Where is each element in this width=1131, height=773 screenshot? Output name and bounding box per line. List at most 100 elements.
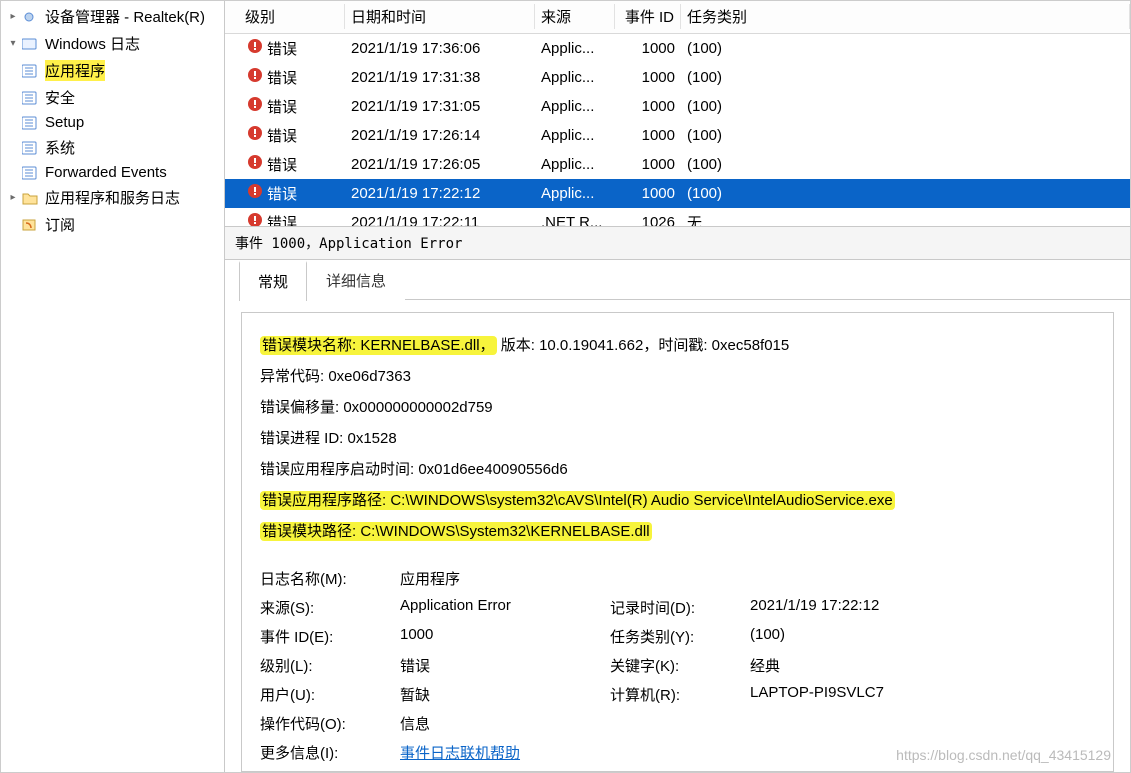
row-source: Applic... — [535, 154, 615, 175]
event-row[interactable]: 错误2021/1/19 17:31:38Applic...1000(100) — [225, 63, 1130, 92]
prop-user-v: 暂缺 — [400, 684, 610, 705]
tree-item-label: 应用程序和服务日志 — [45, 187, 180, 208]
navigation-tree: ▸ 设备管理器 - Realtek(R) ▾ Windows 日志应用程序安全 Setu… — [1, 1, 225, 772]
row-date: 2021/1/19 17:31:38 — [345, 67, 535, 88]
detail-line: 错误偏移量: 0x000000000002d759 — [260, 391, 1095, 422]
prop-computer-v: LAPTOP-PI9SVLC7 — [750, 684, 1095, 705]
row-eventid: 1000 — [615, 154, 681, 175]
row-eventid: 1000 — [615, 183, 681, 204]
event-grid-body: 错误2021/1/19 17:36:06Applic...1000(100)错误… — [225, 34, 1130, 226]
prop-keywords-v: 经典 — [750, 655, 1095, 676]
event-properties: 日志名称(M): 应用程序 来源(S): Application Error 记… — [260, 568, 1095, 763]
row-level: 错误 — [267, 215, 297, 226]
row-level: 错误 — [267, 41, 297, 58]
tree-item-2[interactable]: 应用程序 — [3, 57, 224, 84]
tree-item-3[interactable]: 安全 — [3, 84, 224, 111]
prop-keywords-k: 关键字(K): — [610, 655, 750, 676]
tree-item-6[interactable]: Forwarded Events — [3, 161, 224, 184]
tree-item-label: 设备管理器 - Realtek(R) — [45, 6, 205, 27]
event-row[interactable]: 错误2021/1/19 17:26:05Applic...1000(100) — [225, 150, 1130, 179]
row-source: Applic... — [535, 67, 615, 88]
tree-item-label: Windows 日志 — [45, 33, 140, 54]
row-level: 错误 — [267, 128, 297, 145]
tree-item-5[interactable]: 系统 — [3, 134, 224, 161]
col-header-category[interactable]: 任务类别 — [681, 4, 1130, 29]
tree-item-1[interactable]: ▾ Windows 日志 — [3, 30, 224, 57]
event-row[interactable]: 错误 2021/1/19 17:22:12Applic...1000(100) — [225, 179, 1130, 208]
subscription-icon — [21, 217, 39, 233]
row-date: 2021/1/19 17:26:05 — [345, 154, 535, 175]
tree-item-label: 安全 — [45, 87, 75, 108]
prop-source-v: Application Error — [400, 597, 610, 618]
prop-logged-v: 2021/1/19 17:22:12 — [750, 597, 1095, 618]
prop-level-v: 错误 — [400, 655, 610, 676]
detail-line: 错误模块路径: C:\WINDOWS\System32\KERNELBASE.d… — [260, 515, 1095, 546]
event-grid-header: 级别 日期和时间 来源 事件 ID 任务类别 — [225, 1, 1130, 34]
tree-item-label: 应用程序 — [45, 60, 105, 81]
error-icon — [245, 67, 265, 83]
tree-item-4[interactable]: Setup — [3, 111, 224, 134]
tab-details[interactable]: 详细信息 — [307, 261, 405, 301]
tab-general[interactable]: 常规 — [239, 261, 307, 301]
prop-logname-k: 日志名称(M): — [260, 568, 400, 589]
row-source: Applic... — [535, 125, 615, 146]
error-icon — [245, 154, 265, 170]
prop-taskcat-k: 任务类别(Y): — [610, 626, 750, 647]
tree-item-8[interactable]: 订阅 — [3, 211, 224, 238]
event-detail-panel: 错误模块名称: KERNELBASE.dll， 版本: 10.0.19041.6… — [241, 312, 1114, 772]
tree-item-0[interactable]: ▸ 设备管理器 - Realtek(R) — [3, 3, 224, 30]
row-category: (100) — [681, 38, 1130, 59]
error-icon — [245, 212, 265, 226]
log-icon — [21, 90, 39, 106]
row-date: 2021/1/19 17:22:12 — [345, 183, 535, 204]
event-row[interactable]: 错误 2021/1/19 17:22:11.NET R...1026无 — [225, 208, 1130, 226]
caret-icon: ▸ — [7, 192, 19, 203]
row-source: .NET R... — [535, 212, 615, 226]
event-row[interactable]: 错误2021/1/19 17:36:06Applic...1000(100) — [225, 34, 1130, 63]
row-level: 错误 — [267, 186, 297, 203]
detail-tabs: 常规 详细信息 — [225, 259, 1130, 300]
prop-computer-k: 计算机(R): — [610, 684, 750, 705]
event-row[interactable]: 错误2021/1/19 17:26:14Applic...1000(100) — [225, 121, 1130, 150]
log-icon — [21, 63, 39, 79]
row-date: 2021/1/19 17:22:11 — [345, 212, 535, 226]
row-category: 无 — [681, 210, 1130, 226]
row-level: 错误 — [267, 70, 297, 87]
detail-line: 错误应用程序路径: C:\WINDOWS\system32\cAVS\Intel… — [260, 484, 1095, 515]
row-source: Applic... — [535, 38, 615, 59]
help-link[interactable]: 事件日志联机帮助 — [400, 745, 520, 762]
log-icon — [21, 140, 39, 156]
row-category: (100) — [681, 183, 1130, 204]
prop-level-k: 级别(L): — [260, 655, 400, 676]
prop-user-k: 用户(U): — [260, 684, 400, 705]
detail-line: 错误进程 ID: 0x1528 — [260, 422, 1095, 453]
tree-item-label: 订阅 — [45, 214, 75, 235]
row-category: (100) — [681, 125, 1130, 146]
col-header-eventid[interactable]: 事件 ID — [615, 4, 681, 29]
row-eventid: 1000 — [615, 67, 681, 88]
tree-item-7[interactable]: ▸ 应用程序和服务日志 — [3, 184, 224, 211]
tree-item-label: 系统 — [45, 137, 75, 158]
col-header-level[interactable]: 级别 — [225, 4, 345, 29]
prop-eventid-v: 1000 — [400, 626, 610, 647]
row-category: (100) — [681, 154, 1130, 175]
row-eventid: 1026 — [615, 212, 681, 226]
prop-source-k: 来源(S): — [260, 597, 400, 618]
caret-icon: ▾ — [7, 38, 19, 49]
row-source: Applic... — [535, 96, 615, 117]
prop-moreinfo-k: 更多信息(I): — [260, 742, 400, 763]
row-date: 2021/1/19 17:31:05 — [345, 96, 535, 117]
prop-opcode-k: 操作代码(O): — [260, 713, 400, 734]
row-date: 2021/1/19 17:36:06 — [345, 38, 535, 59]
event-detail-title: 事件 1000，Application Error — [225, 226, 1130, 259]
event-row[interactable]: 错误2021/1/19 17:31:05Applic...1000(100) — [225, 92, 1130, 121]
tree-item-label: Forwarded Events — [45, 164, 167, 181]
prop-taskcat-v: (100) — [750, 626, 1095, 647]
caret-icon: ▸ — [7, 11, 19, 22]
col-header-datetime[interactable]: 日期和时间 — [345, 4, 535, 29]
log-node-icon — [21, 36, 39, 52]
error-icon — [245, 125, 265, 141]
col-header-source[interactable]: 来源 — [535, 4, 615, 29]
row-source: Applic... — [535, 183, 615, 204]
row-level: 错误 — [267, 99, 297, 116]
